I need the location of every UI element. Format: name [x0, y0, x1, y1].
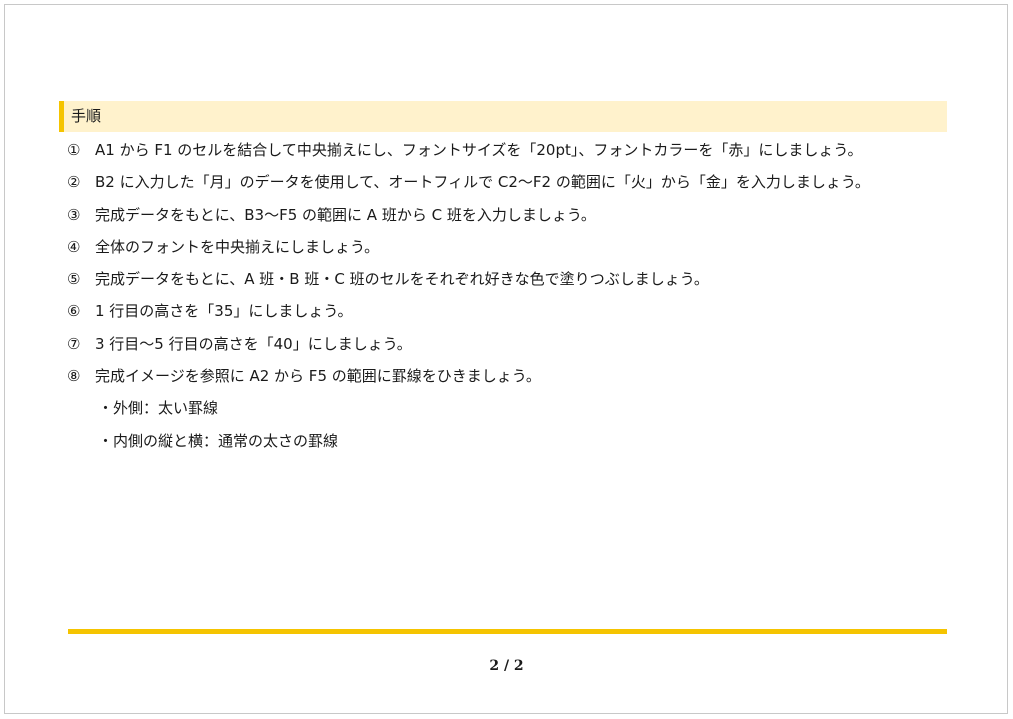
step-number: ① [67, 141, 81, 159]
step-item: ⑦ 3 行目〜5 行目の高さを「40」にしましょう。 [67, 333, 947, 365]
step-list: ① A1 から F1 のセルを結合して中央揃えにし、フォントサイズを「20pt」… [67, 139, 947, 397]
step-item: ③ 完成データをもとに、B3〜F5 の範囲に A 班から C 班を入力しましょう… [67, 204, 947, 236]
step-number: ② [67, 173, 81, 192]
step-number: ⑤ [67, 270, 81, 289]
step-number: ④ [67, 237, 81, 256]
step-text: 完成データをもとに、B3〜F5 の範囲に A 班から C 班を入力しましょう。 [95, 205, 596, 224]
step-text: 1 行目の高さを「35」にしましょう。 [95, 302, 353, 321]
step-number: ⑥ [67, 302, 81, 321]
step-item: ① A1 から F1 のセルを結合して中央揃えにし、フォントサイズを「20pt」… [67, 139, 947, 171]
step-text: A1 から F1 のセルを結合して中央揃えにし、フォントサイズを「20pt」、フ… [95, 141, 863, 159]
border-sub-list: ・外側：太い罫線 ・内側の縦と横：通常の太さの罫線 [98, 397, 338, 463]
step-item: ② B2 に入力した「月」のデータを使用して、オートフィルで C2〜F2 の範囲… [67, 171, 947, 203]
step-number: ⑧ [67, 367, 81, 386]
step-text: 全体のフォントを中央揃えにしましょう。 [95, 237, 380, 256]
step-item: ⑥ 1 行目の高さを「35」にしましょう。 [67, 300, 947, 332]
step-text: 完成データをもとに、A 班・B 班・C 班のセルをそれぞれ好きな色で塗りつぶしま… [95, 270, 709, 289]
footer-rule [68, 629, 947, 634]
section-header: 手順 [59, 101, 947, 132]
step-item: ⑧ 完成イメージを参照に A2 から F5 の範囲に罫線をひきましょう。 [67, 365, 947, 397]
page-number: 2 / 2 [489, 658, 524, 674]
step-number: ③ [67, 205, 81, 224]
step-item: ④ 全体のフォントを中央揃えにしましょう。 [67, 236, 947, 268]
step-item: ⑤ 完成データをもとに、A 班・B 班・C 班のセルをそれぞれ好きな色で塗りつぶ… [67, 268, 947, 300]
sub-item-outer-border: ・外側：太い罫線 [98, 399, 219, 417]
step-number: ⑦ [67, 334, 81, 353]
step-text: B2 に入力した「月」のデータを使用して、オートフィルで C2〜F2 の範囲に「… [95, 173, 870, 192]
sub-item-inner-border: ・内側の縦と横：通常の太さの罫線 [98, 432, 339, 450]
section-title: 手順 [71, 107, 102, 125]
step-text: 3 行目〜5 行目の高さを「40」にしましょう。 [95, 334, 412, 353]
step-text: 完成イメージを参照に A2 から F5 の範囲に罫線をひきましょう。 [95, 367, 541, 386]
